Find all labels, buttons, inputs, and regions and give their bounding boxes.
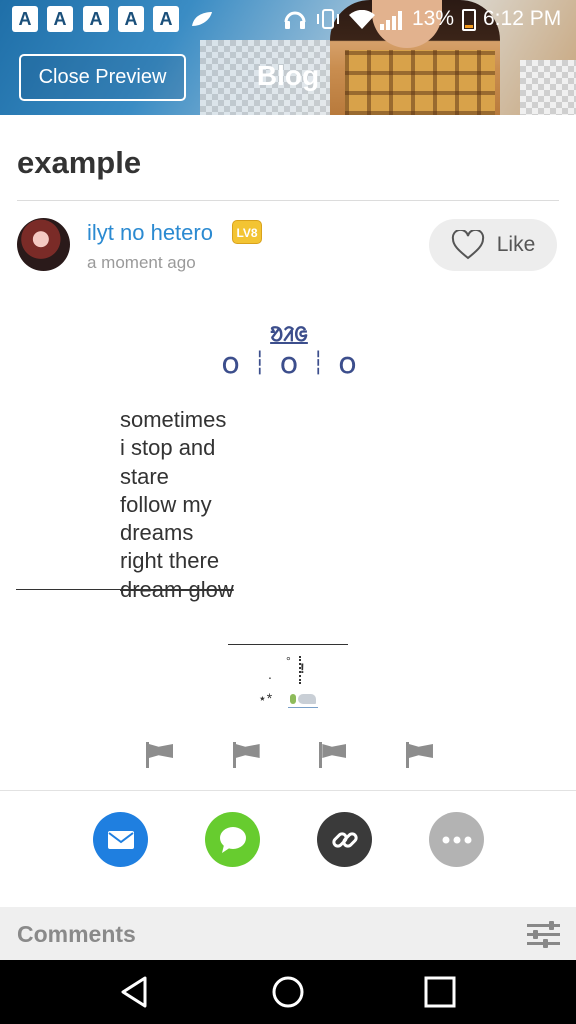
header-photo-plaid	[345, 50, 495, 115]
deco-glyph: ᱛ	[280, 353, 298, 378]
like-label: Like	[496, 233, 536, 256]
poem-line: right there	[120, 548, 220, 574]
flag-icon	[317, 740, 347, 768]
recents-icon[interactable]	[422, 974, 458, 1010]
deco-row: ᱛ ┆ ᱛ ┆ ᱛ	[222, 350, 356, 380]
battery-percent: 13%	[412, 7, 455, 30]
flag-icon	[231, 740, 261, 768]
post-title: example	[17, 145, 142, 180]
strike-line	[16, 589, 142, 590]
mail-icon	[107, 830, 134, 849]
more-icon	[442, 836, 471, 843]
like-button[interactable]: Like	[429, 219, 557, 271]
share-mail-button[interactable]	[93, 812, 148, 867]
chat-icon	[219, 826, 246, 853]
star-decoration: . ° ! ⋆*	[258, 654, 328, 716]
deco-separator: ┆	[311, 350, 325, 375]
status-bar: A A A A A 13% 6:12 PM	[0, 0, 576, 38]
back-icon[interactable]	[117, 974, 153, 1010]
degree-glyph: °	[286, 654, 291, 668]
sparkle-stars: ⋆*	[258, 690, 273, 706]
bird-icon	[288, 688, 318, 708]
comments-heading: Comments	[17, 921, 136, 947]
filter-icon[interactable]	[527, 921, 560, 949]
home-icon[interactable]	[270, 974, 306, 1010]
divider	[0, 790, 576, 791]
app-notification-icon: A	[153, 6, 179, 32]
blog-header: A A A A A 13% 6:12 PM Close Preview Blog	[0, 0, 576, 115]
leaf-icon	[192, 12, 212, 26]
divider	[17, 200, 559, 201]
dot-glyph: .	[268, 666, 272, 682]
flag-icon	[404, 740, 434, 768]
deco-separator: ┆	[253, 350, 267, 375]
deco-glyph: ᱛ	[338, 353, 356, 378]
app-notification-icon: A	[12, 6, 38, 32]
link-icon	[331, 831, 358, 848]
level-badge: LV8	[232, 220, 262, 244]
system-nav-bar	[0, 960, 576, 1024]
share-more-button[interactable]	[429, 812, 484, 867]
signal-icon	[380, 10, 406, 30]
share-chat-button[interactable]	[205, 812, 260, 867]
dotted-line	[299, 656, 301, 684]
avatar[interactable]	[17, 218, 70, 271]
post-timestamp: a moment ago	[87, 253, 196, 272]
headphones-icon	[284, 11, 306, 29]
poem-line: dreams	[120, 520, 194, 546]
poem-line: sometimes	[120, 407, 227, 432]
flag-row	[144, 740, 434, 768]
app-notification-icon: A	[83, 6, 109, 32]
divider-line	[228, 644, 348, 645]
share-link-button[interactable]	[317, 812, 372, 867]
page-title: Blog	[256, 60, 320, 91]
author-name[interactable]: ilyt no hetero	[87, 220, 213, 246]
poem-line: stare	[120, 463, 169, 489]
header-background-pattern-right	[520, 60, 576, 115]
clock: 6:12 PM	[483, 7, 562, 30]
heart-icon	[451, 230, 484, 260]
deco-glyph: ᱛ	[222, 353, 240, 378]
app-notification-icon: A	[47, 6, 73, 32]
poem-line: follow my	[120, 491, 212, 517]
poem-line: i stop and	[120, 435, 216, 461]
close-preview-button[interactable]: Close Preview	[19, 54, 186, 101]
wifi-icon	[349, 10, 375, 29]
flag-icon	[144, 740, 174, 768]
deco-heading: ᱚᱤᱜ	[270, 324, 308, 346]
battery-icon	[462, 9, 476, 31]
vibrate-icon	[317, 9, 339, 29]
app-notification-icon: A	[118, 6, 144, 32]
poem-text: sometimes i stop and stare follow my dre…	[120, 406, 234, 604]
comments-bar: Comments	[0, 907, 576, 960]
